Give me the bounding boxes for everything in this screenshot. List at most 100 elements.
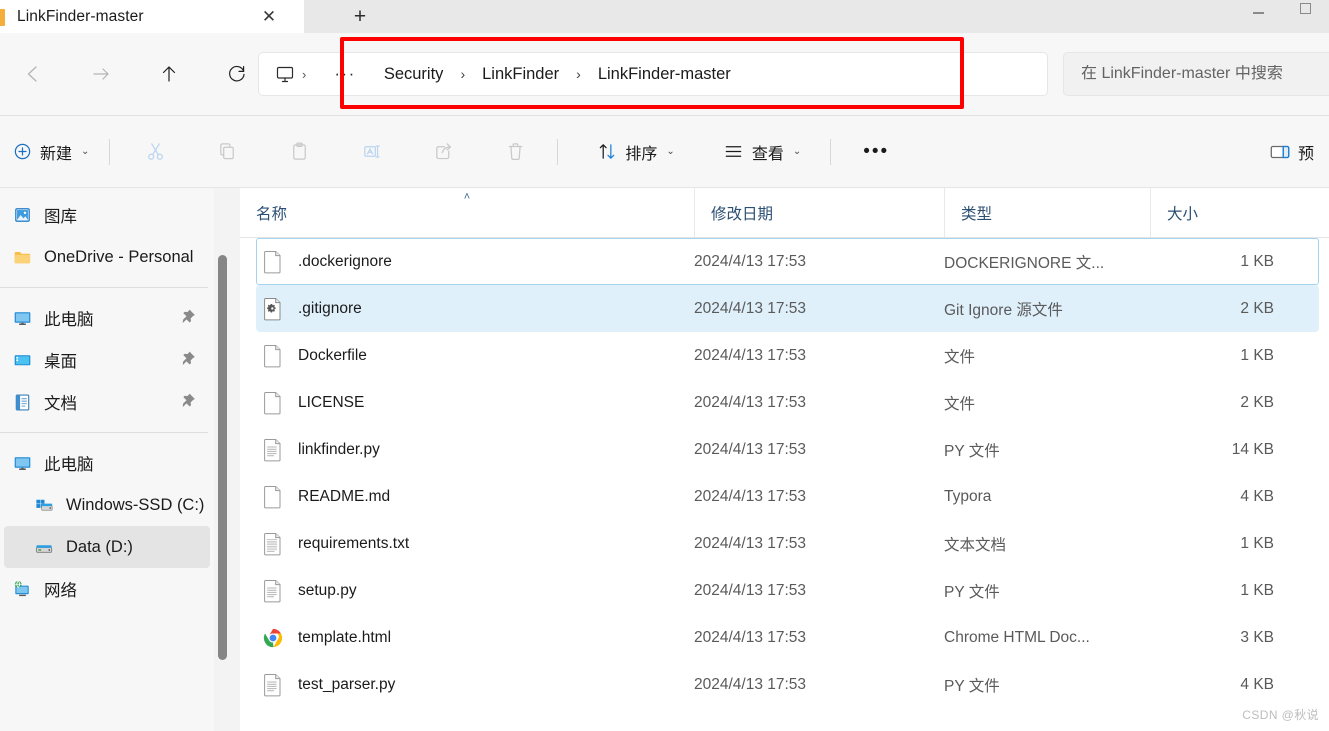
column-header-name[interactable]: ˄ 名称: [240, 188, 694, 237]
view-button[interactable]: 查看 ⌄: [714, 132, 810, 172]
gallery-icon: [15, 207, 30, 222]
sidebar-item-desktop[interactable]: 桌面: [4, 339, 210, 381]
delete-button[interactable]: [495, 132, 535, 172]
folder-icon: [0, 9, 5, 26]
more-options-button[interactable]: •••: [854, 132, 898, 172]
cell-date-modified: 2024/4/13 17:53: [694, 252, 807, 270]
view-list-icon: [723, 141, 745, 163]
tab-linkfinder-master[interactable]: LinkFinder-master ✕: [0, 0, 304, 33]
share-icon: [432, 141, 454, 163]
table-row[interactable]: linkfinder.py 2024/4/13 17:53 PY 文件 14 KB: [256, 426, 1319, 473]
breadcrumb-linkfinder[interactable]: LinkFinder: [474, 61, 567, 88]
file-name: README.md: [298, 487, 391, 505]
column-headers: ˄ 名称 修改日期 类型 大小: [240, 188, 1329, 238]
pin-icon[interactable]: [180, 350, 198, 368]
chrome-icon: [263, 626, 283, 650]
table-row[interactable]: .dockerignore 2024/4/13 17:53 DOCKERIGNORE…: [256, 238, 1319, 285]
cut-button[interactable]: [135, 132, 175, 172]
address-bar[interactable]: › ··· Security › LinkFinder › LinkFinder…: [258, 52, 1048, 96]
pin-icon[interactable]: [180, 308, 198, 326]
table-row[interactable]: template.html 2024/4/13 17:53 Chrome HTML …: [256, 614, 1319, 661]
table-row[interactable]: LICENSE 2024/4/13 17:53 文件 2 KB: [256, 379, 1319, 426]
table-row[interactable]: Dockerfile 2024/4/13 17:53 文件 1 KB: [256, 332, 1319, 379]
cell-date-modified: 2024/4/13 17:53: [694, 346, 807, 364]
search-box[interactable]: [1063, 52, 1329, 96]
sidebar-item-documents[interactable]: 文档: [4, 381, 210, 423]
table-row[interactable]: .gitignore 2024/4/13 17:53 Git Ignore 源文件 2…: [256, 285, 1319, 332]
lined-file-icon: [263, 532, 283, 556]
sidebar-item-data-d[interactable]: Data (D:): [4, 526, 210, 568]
column-header-type[interactable]: 类型: [944, 188, 1150, 237]
breadcrumb-chevron-icon[interactable]: ›: [302, 67, 306, 82]
refresh-button[interactable]: [218, 55, 256, 93]
sidebar-item-gallery[interactable]: 图库: [4, 194, 210, 236]
cell-name: requirements.txt: [256, 520, 694, 567]
copy-button[interactable]: [207, 132, 247, 172]
breadcrumb-separator-icon[interactable]: ›: [451, 66, 474, 82]
sort-button[interactable]: 排序 ⌄: [587, 132, 683, 172]
table-row[interactable]: README.md 2024/4/13 17:53 Typora 4 KB: [256, 473, 1319, 520]
documents-icon: [15, 393, 30, 411]
file-name: test_parser.py: [298, 675, 396, 693]
table-row[interactable]: setup.py 2024/4/13 17:53 PY 文件 1 KB: [256, 567, 1319, 614]
scissors-icon: [144, 141, 166, 163]
forward-button[interactable]: [82, 55, 120, 93]
back-button[interactable]: [14, 55, 52, 93]
sidebar-divider: [0, 432, 208, 433]
file-list-pane: ˄ 名称 修改日期 类型 大小 .dockerignore 2024/4/13 1…: [240, 188, 1329, 731]
ellipsis-icon: •••: [863, 140, 890, 162]
column-header-label: 修改日期: [711, 205, 774, 223]
sidebar-item-this-pc-root[interactable]: 此电脑: [4, 442, 210, 484]
breadcrumb-security[interactable]: Security: [376, 61, 452, 88]
search-input[interactable]: [1081, 65, 1329, 83]
command-bar: 新建 ⌄ 排序 ⌄ 查看 ⌄ ••• 预: [0, 116, 1329, 188]
sidebar-item-onedrive[interactable]: OneDrive - Personal: [4, 236, 210, 278]
sidebar-label: OneDrive - Personal: [44, 247, 194, 266]
sidebar-label: 图库: [44, 208, 77, 226]
this-pc-icon[interactable]: [270, 59, 300, 89]
file-name: .gitignore: [298, 299, 362, 317]
minimize-button[interactable]: [1235, 0, 1282, 16]
divider: [557, 138, 559, 165]
cell-type: 文件: [944, 395, 976, 413]
drive-icon: [35, 544, 53, 553]
pin-icon[interactable]: [180, 392, 198, 410]
cell-type: 文件: [944, 348, 976, 366]
sidebar-scrollbar-thumb[interactable]: [218, 255, 227, 660]
sort-ascending-icon: ˄: [463, 191, 471, 203]
maximize-button[interactable]: [1282, 0, 1329, 16]
file-rows: .dockerignore 2024/4/13 17:53 DOCKERIGNORE…: [240, 238, 1329, 708]
cell-name: linkfinder.py: [256, 426, 694, 473]
new-tab-button[interactable]: +: [347, 4, 373, 30]
up-button[interactable]: [150, 55, 188, 93]
preview-pane-label: 预: [1297, 145, 1314, 163]
paste-button[interactable]: [279, 132, 319, 172]
breadcrumb-linkfinder-master[interactable]: LinkFinder-master: [590, 61, 739, 88]
share-button[interactable]: [423, 132, 463, 172]
table-row[interactable]: requirements.txt 2024/4/13 17:53 文本文档 1 KB: [256, 520, 1319, 567]
file-name: Dockerfile: [298, 346, 367, 364]
this-pc-icon: [14, 311, 31, 325]
table-row[interactable]: test_parser.py 2024/4/13 17:53 PY 文件 4 KB: [256, 661, 1319, 708]
sidebar-label: 网络: [44, 582, 77, 600]
close-icon[interactable]: ✕: [256, 3, 282, 29]
blank-file-icon: [263, 250, 283, 274]
rename-button[interactable]: [351, 132, 391, 172]
cell-date-modified: 2024/4/13 17:53: [694, 393, 807, 411]
breadcrumb-overflow-button[interactable]: ···: [328, 64, 361, 84]
sidebar-label: 此电脑: [44, 456, 94, 474]
sidebar-item-this-pc[interactable]: 此电脑: [4, 297, 210, 339]
preview-pane-button[interactable]: 预: [1260, 132, 1323, 172]
tab-title: LinkFinder-master: [17, 8, 144, 25]
sidebar-item-network[interactable]: 网络: [4, 568, 210, 610]
cell-type: Chrome HTML Doc...: [944, 628, 1090, 646]
breadcrumb-separator-icon[interactable]: ›: [567, 66, 590, 82]
sidebar-label: Windows-SSD (C:): [66, 495, 205, 514]
text-file-icon: [263, 673, 283, 697]
new-button[interactable]: 新建 ⌄: [2, 132, 98, 172]
sidebar-item-windows-ssd-c[interactable]: Windows-SSD (C:): [4, 484, 210, 526]
cell-type: 文本文档: [944, 536, 1007, 554]
column-header-date-modified[interactable]: 修改日期: [694, 188, 944, 237]
cell-type: PY 文件: [944, 583, 1000, 601]
column-header-size[interactable]: 大小: [1150, 188, 1290, 237]
